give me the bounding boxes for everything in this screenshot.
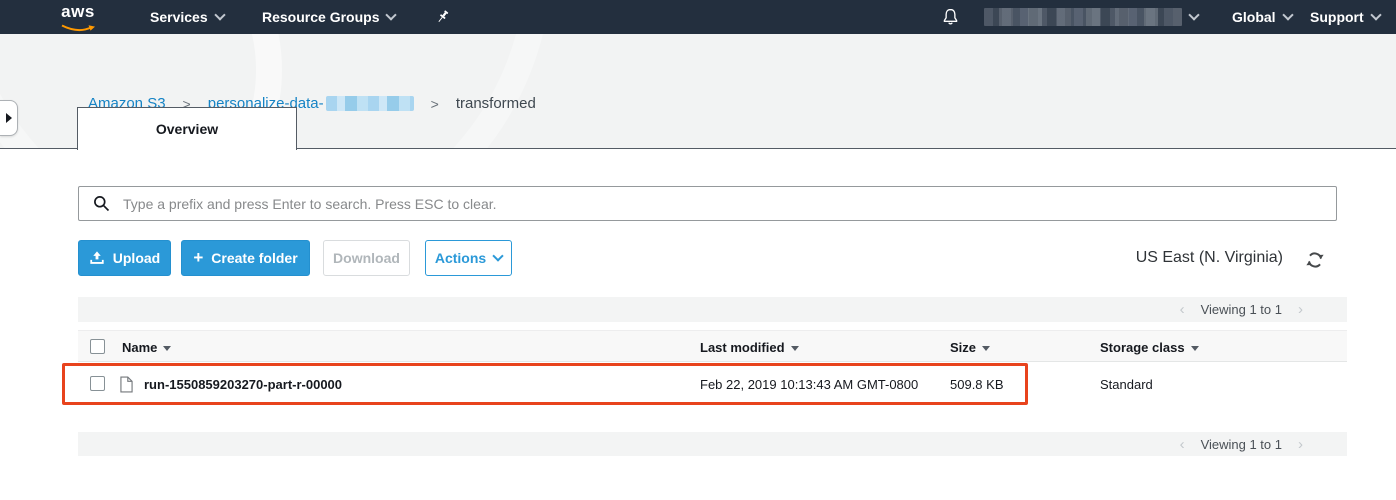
cell-storage-class: Standard [1100,362,1153,406]
chevron-down-icon [386,9,397,20]
column-header-last-modified[interactable]: Last modified [700,331,799,363]
nav-notifications[interactable] [941,7,960,32]
aws-logo-text: aws [58,3,98,20]
nav-services-label: Services [150,9,208,25]
breadcrumb-current-folder: transformed [456,95,536,112]
sort-caret-icon [791,346,799,351]
top-nav-bar: aws Services Resource Groups [0,0,1396,34]
nav-account-menu[interactable] [984,0,1198,34]
cell-size: 509.8 KB [950,362,1004,406]
column-header-storage-class-label: Storage class [1100,340,1185,355]
actions-dropdown-button[interactable]: Actions [425,240,512,276]
upload-button[interactable]: Upload [78,240,171,276]
column-header-size[interactable]: Size [950,331,990,363]
upload-icon [89,251,105,266]
page-prev-chevron[interactable]: ‹ [1180,301,1185,318]
sort-caret-icon [163,346,171,351]
right-triangle-icon [6,113,12,123]
chevron-down-icon [493,250,504,261]
nav-support[interactable]: Support [1310,0,1380,34]
nav-services[interactable]: Services [150,0,224,34]
page-next-chevron[interactable]: › [1298,436,1303,453]
row-checkbox[interactable] [90,376,105,391]
search-input[interactable] [78,186,1337,221]
actions-button-label: Actions [435,250,486,266]
refresh-button[interactable] [1306,251,1324,274]
nav-region-label: Global [1232,9,1276,25]
chevron-down-icon [1282,9,1293,20]
s3-console-screen: aws Services Resource Groups [0,0,1396,500]
create-folder-button-label: Create folder [211,250,297,266]
download-button[interactable]: Download [323,240,410,276]
nav-support-label: Support [1310,9,1364,25]
column-header-storage-class[interactable]: Storage class [1100,331,1199,363]
nav-region-selector[interactable]: Global [1232,0,1292,34]
cell-last-modified: Feb 22, 2019 10:13:43 AM GMT-0800 [700,362,918,406]
page-next-chevron[interactable]: › [1298,301,1303,318]
create-folder-button[interactable]: + Create folder [181,240,310,276]
refresh-icon [1306,251,1324,269]
nav-pin-shortcut[interactable] [435,0,450,34]
table-row: run-1550859203270-part-r-00000 Feb 22, 2… [78,362,1347,406]
column-header-size-label: Size [950,340,976,355]
download-button-label: Download [333,250,400,266]
sidebar-expand-toggle[interactable] [0,100,18,136]
table-header-row: Name Last modified Size Storage class [78,330,1347,362]
column-header-name[interactable]: Name [122,331,171,363]
chevron-down-icon [1188,9,1199,20]
object-name-link[interactable]: run-1550859203270-part-r-00000 [144,362,342,406]
tab-overview-label: Overview [156,121,218,137]
chevron-down-icon [1370,9,1381,20]
tab-overview[interactable]: Overview [77,107,297,150]
sort-caret-icon [1191,346,1199,351]
viewing-range-text: Viewing 1 to 1 [1201,302,1282,317]
plus-icon: + [193,251,203,265]
viewing-range-text: Viewing 1 to 1 [1201,437,1282,452]
aws-smile-icon [60,24,96,33]
file-icon [120,362,133,406]
aws-logo[interactable]: aws [58,3,98,38]
column-header-last-modified-label: Last modified [700,340,785,355]
nav-resource-groups-label: Resource Groups [262,9,379,25]
region-label: US East (N. Virginia) [1050,249,1283,267]
chevron-down-icon [214,9,225,20]
nav-resource-groups[interactable]: Resource Groups [262,0,395,34]
bell-icon [941,7,960,27]
pagination-bar-bottom: ‹ Viewing 1 to 1 › [78,432,1347,456]
pushpin-icon [435,9,450,25]
column-header-name-label: Name [122,340,157,355]
breadcrumb-separator: > [431,96,439,112]
page-prev-chevron[interactable]: ‹ [1180,436,1185,453]
account-name-redacted [984,8,1182,26]
sort-caret-icon [982,346,990,351]
select-all-checkbox[interactable] [90,339,105,354]
breadcrumb-bucket-redacted [326,96,414,111]
pagination-bar-top: ‹ Viewing 1 to 1 › [78,297,1347,322]
upload-button-label: Upload [113,250,160,266]
